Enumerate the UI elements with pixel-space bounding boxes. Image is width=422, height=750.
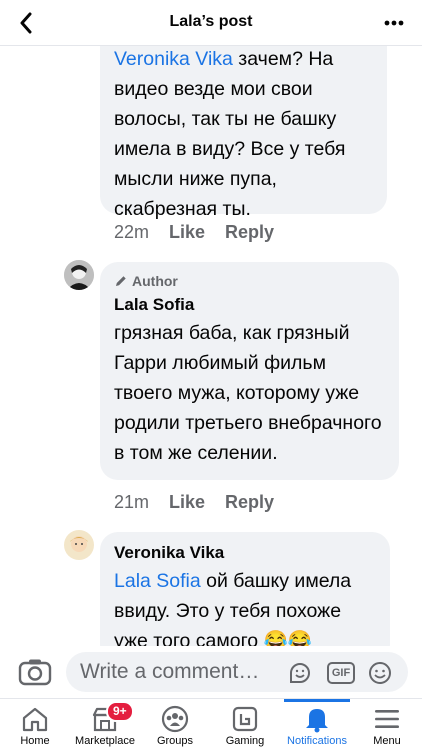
camera-button[interactable] xyxy=(18,658,52,686)
comment-bubble[interactable]: Veronika Vika зачем? На видео везде мои … xyxy=(100,46,387,220)
more-dots-icon xyxy=(384,20,404,26)
comment-time: 21m xyxy=(114,492,150,512)
comment-bubble[interactable]: Author Lala Sofia грязная баба, как гряз… xyxy=(100,262,399,480)
notification-badge: 9+ xyxy=(106,701,134,722)
comment-input[interactable]: Write a comment… GIF xyxy=(66,652,408,692)
camera-icon xyxy=(18,659,52,686)
comment-composer: Write a comment… GIF xyxy=(0,646,422,698)
menu-icon xyxy=(372,705,402,733)
like-button[interactable]: Like xyxy=(169,222,205,243)
bottom-tab-bar: Home 9+ Marketplace Groups Gaming Notifi… xyxy=(0,698,422,750)
avatar[interactable] xyxy=(64,260,94,290)
bell-icon xyxy=(302,705,332,733)
comment-meta: 22m Like Reply xyxy=(114,222,274,243)
emoji-icon xyxy=(369,662,391,684)
sticker-button[interactable] xyxy=(288,661,312,685)
tab-marketplace[interactable]: 9+ Marketplace xyxy=(70,699,140,750)
comment-thread: Veronika Vika зачем? На видео везде мои … xyxy=(0,46,422,646)
comment-author[interactable]: Veronika Vika xyxy=(114,542,376,564)
groups-icon xyxy=(160,705,190,733)
comment-time: 22m xyxy=(114,222,150,242)
person-photo-icon xyxy=(64,260,94,290)
gif-button[interactable]: GIF xyxy=(326,661,356,685)
emoji-button[interactable] xyxy=(368,661,392,685)
author-badge: Author xyxy=(114,272,385,290)
gaming-icon xyxy=(230,705,260,733)
reply-button[interactable]: Reply xyxy=(225,492,274,513)
comment-author[interactable]: Lala Sofia xyxy=(114,294,385,316)
tab-notifications[interactable]: Notifications xyxy=(282,699,352,750)
avatar[interactable] xyxy=(64,530,94,560)
tab-menu[interactable]: Menu xyxy=(352,699,422,750)
page-title: Lala’s post xyxy=(169,13,253,30)
sticker-icon xyxy=(290,663,310,683)
mention-link[interactable]: Veronika Vika xyxy=(114,48,233,70)
post-header: Lala’s post xyxy=(0,0,422,46)
home-icon xyxy=(20,705,50,733)
comment-text: Veronika Vika зачем? На видео везде мои … xyxy=(114,48,346,220)
comment-text: грязная баба, как грязный Гарри любимый … xyxy=(114,322,382,464)
pencil-icon xyxy=(116,276,126,286)
comment-placeholder: Write a comment… xyxy=(80,660,260,683)
more-options-button[interactable] xyxy=(380,9,408,37)
reply-button[interactable]: Reply xyxy=(225,222,274,243)
mention-link[interactable]: Lala Sofia xyxy=(114,570,201,592)
gif-icon: GIF xyxy=(327,662,355,684)
comment-text: Lala Sofia ой башку имела ввиду. Это у т… xyxy=(114,570,352,646)
tab-groups[interactable]: Groups xyxy=(140,699,210,750)
tab-gaming[interactable]: Gaming xyxy=(210,699,280,750)
comment-bubble[interactable]: Veronika Vika Lala Sofia ой башку имела … xyxy=(100,532,390,646)
person-photo-icon xyxy=(64,530,94,560)
like-button[interactable]: Like xyxy=(169,492,205,513)
tab-home[interactable]: Home xyxy=(0,699,70,750)
comment-meta: 21m Like Reply xyxy=(114,492,274,513)
